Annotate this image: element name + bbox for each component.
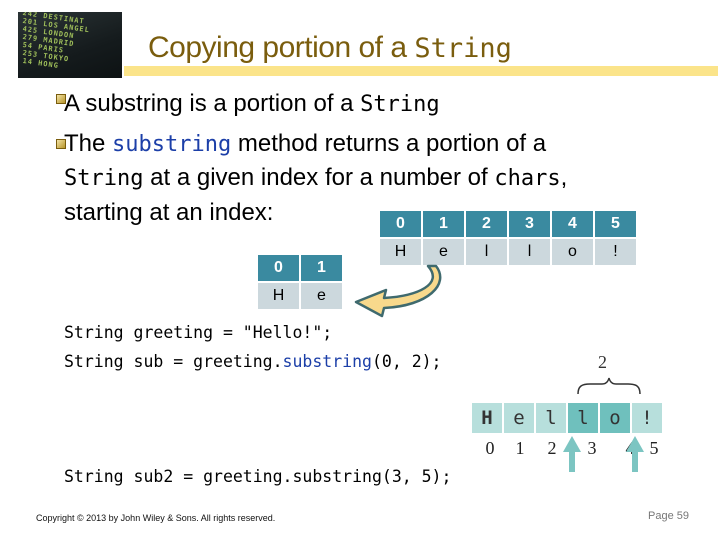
char-cell: ! [593, 237, 638, 267]
index-cell: 2 [464, 209, 509, 239]
index-cell: 0 [256, 253, 301, 283]
code-string: String [64, 166, 144, 191]
bullet-2-text: The substring method returns a portion o… [64, 130, 546, 157]
text: , [560, 164, 568, 191]
code-line-3: String sub2 = greeting.substring(3, 5); [64, 467, 452, 486]
bullet-2: The substring method returns a portion o… [64, 126, 546, 163]
title-text: Copying portion of a [148, 31, 415, 64]
flight-board-logo: FLIGHT242 DESTINAT201 LOS ANGEL425 LONDO… [18, 12, 122, 78]
brace-icon [577, 377, 641, 395]
code-line-1: String greeting = "Hello!"; [64, 323, 333, 342]
title-underline-bar [124, 66, 718, 76]
title-code: String [414, 33, 512, 64]
boundary-arrows [563, 436, 644, 472]
index-cell: 1 [299, 253, 344, 283]
code-text: String [360, 92, 440, 117]
start-arrow-icon [563, 436, 581, 472]
page-number: Page 59 [648, 510, 689, 522]
text: The [64, 130, 113, 157]
index-cell: 0 [378, 209, 423, 239]
code-text: String sub = greeting. [64, 352, 283, 371]
code-text: (0, 2); [371, 352, 442, 371]
char-cell: o [550, 237, 595, 267]
char-cell: H [256, 281, 301, 311]
char-cell: l [464, 237, 509, 267]
char-cell: l [507, 237, 552, 267]
curved-arrow-icon [354, 264, 442, 318]
bullet-1-text: A substring is a portion of a String [64, 90, 440, 117]
bullet-2-line-3: starting at an index: [64, 199, 274, 226]
index-cell: 3 [507, 209, 552, 239]
char-cell: e [299, 281, 344, 311]
bullet-2-line-2: String at a given index for a number of … [64, 160, 567, 197]
code-text: substring [112, 132, 232, 157]
text: at a given index for a number of [143, 164, 495, 191]
code-method: substring [282, 352, 372, 371]
text: A substring is a portion of a [64, 90, 361, 117]
end-arrow-icon [626, 436, 644, 472]
code-chars: chars [494, 166, 561, 191]
index-cell: 1 [421, 209, 466, 239]
hello-index-table: 012345 He l l o! [378, 209, 638, 267]
index-cell: 4 [550, 209, 595, 239]
text: method returns a portion of a [231, 130, 547, 157]
copyright-text: Copyright © 2013 by John Wiley & Sons. A… [36, 513, 276, 523]
substring-diagram: 2 Hello! 012345 [472, 348, 672, 472]
code-line-2: String sub = greeting.substring(0, 2); [64, 347, 442, 376]
bullet-1: A substring is a portion of a String [64, 86, 440, 123]
length-label: 2 [598, 352, 607, 372]
slide-title: Copying portion of a String [148, 30, 512, 67]
substring-result-table: 01 He [256, 253, 344, 311]
index-cell: 5 [593, 209, 638, 239]
